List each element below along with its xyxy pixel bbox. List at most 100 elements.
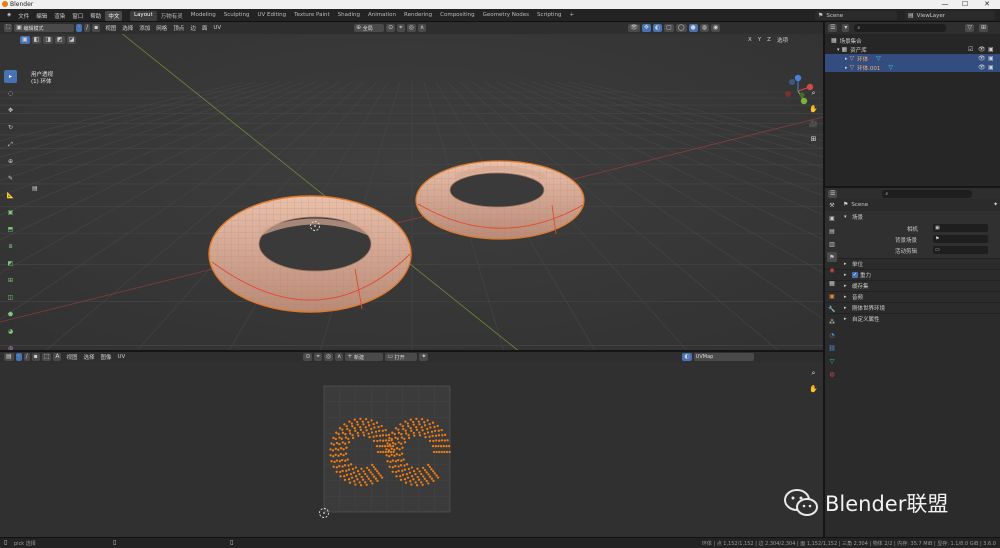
options-menu[interactable]: 选项: [774, 35, 791, 45]
particles-tab-icon[interactable]: ⁂: [827, 317, 837, 327]
inset-tool[interactable]: ⧈: [4, 240, 17, 253]
pin-icon[interactable]: ✦: [993, 201, 998, 209]
new-collection-icon[interactable]: ⊞: [979, 24, 989, 32]
knife-tool[interactable]: ◫: [4, 291, 17, 304]
uv-sticky-select[interactable]: A: [53, 353, 62, 361]
uv-pan-hand-icon[interactable]: ✋: [808, 383, 819, 394]
vertex-select-button[interactable]: ·: [76, 24, 83, 32]
menu-edit[interactable]: 编辑: [33, 11, 50, 21]
menu-window[interactable]: 窗口: [69, 11, 86, 21]
face-select-button[interactable]: ▪: [92, 24, 101, 32]
snap-button[interactable]: ⌖: [397, 24, 405, 32]
bevel-tool[interactable]: ◩: [4, 257, 17, 270]
move-tool[interactable]: ✥: [4, 104, 17, 117]
menu-face[interactable]: 面: [199, 23, 211, 33]
tab-geometry-nodes[interactable]: Geometry Nodes: [479, 11, 533, 21]
tab-rendering[interactable]: Rendering: [400, 11, 436, 21]
menu-mesh[interactable]: 网格: [153, 23, 170, 33]
menu-uv[interactable]: UV: [210, 24, 224, 32]
background-scene-field[interactable]: ⚑: [933, 235, 988, 243]
scene-selector[interactable]: ⚑ Scene: [815, 11, 897, 20]
world-tab-icon[interactable]: ◉: [827, 265, 837, 275]
collection-tab-icon[interactable]: ▦: [827, 278, 837, 288]
add-cube-tool[interactable]: ▣: [4, 206, 17, 219]
transform-tool[interactable]: ⊕: [4, 155, 17, 168]
gizmo-toggle-button[interactable]: ✥: [641, 24, 651, 32]
uv-editor[interactable]: ▤ · / ▪ ⬚ A 视图 选择 图像 UV ⊙ ⌖ ◎ ∧ + 新建 ▭ 打…: [0, 352, 823, 537]
uv-face-select[interactable]: ▪: [31, 353, 40, 361]
tab-shading[interactable]: Shading: [334, 11, 364, 21]
z-axis-toggle[interactable]: Z: [764, 36, 774, 44]
gravity-section[interactable]: ▸ ✓ 重力: [825, 269, 1000, 280]
mode-selector[interactable]: ▣ 编辑模式: [14, 24, 75, 32]
uv-canvas[interactable]: [0, 362, 823, 537]
uv-menu-view[interactable]: 视图: [63, 352, 80, 362]
maximize-button[interactable]: ☐: [955, 0, 975, 9]
annotate-tool[interactable]: ✎: [4, 172, 17, 185]
ortho-grid-icon[interactable]: ⊞: [808, 133, 819, 144]
poly-build-tool[interactable]: ⬟: [4, 308, 17, 321]
eye-icon[interactable]: 👁: [978, 46, 986, 54]
open-image-button[interactable]: ▭ 打开: [385, 353, 418, 361]
uvmap-selector[interactable]: UVMap: [693, 353, 754, 361]
select-mode-invert[interactable]: ◩: [55, 36, 65, 44]
eye-icon[interactable]: 👁: [978, 55, 986, 63]
modifier-tab-icon[interactable]: 🔧: [827, 304, 837, 314]
shading-rendered-button[interactable]: ◉: [711, 24, 721, 32]
menu-blender-icon[interactable]: ◈: [4, 11, 14, 21]
checkbox-icon[interactable]: ☑: [968, 46, 973, 54]
menu-vertex[interactable]: 顶点: [170, 23, 187, 33]
tab-layout[interactable]: Layout: [130, 11, 157, 21]
custom-properties-section[interactable]: ▸ 自定义属性: [825, 313, 1000, 324]
uv-editor-type-button[interactable]: ▤: [4, 353, 14, 361]
select-box-tool[interactable]: ▸: [4, 70, 17, 83]
camera-field[interactable]: ▣: [933, 224, 988, 232]
shading-material-button[interactable]: ◍: [699, 24, 710, 32]
loop-cut-tool[interactable]: ⊞: [4, 274, 17, 287]
material-tab-icon[interactable]: ◍: [827, 369, 837, 379]
measure-tool[interactable]: 📐: [4, 189, 17, 202]
outliner-editor-type[interactable]: ☰: [828, 24, 838, 32]
outliner-row-torus-001[interactable]: ▸ ▽ 环体.001 ▽ 👁 ▣: [825, 63, 1000, 72]
properties-search-input[interactable]: ⌕: [882, 189, 973, 198]
keying-sets-section[interactable]: ▸ 缓存集: [825, 280, 1000, 291]
uv-proportional-button[interactable]: ◎: [323, 353, 333, 361]
torus-001-object[interactable]: [415, 160, 585, 240]
tab-animation[interactable]: Animation: [364, 11, 400, 21]
cursor-tool[interactable]: ◌: [4, 87, 17, 100]
viewport-visibility-button[interactable]: 👁: [628, 24, 640, 32]
minimize-button[interactable]: —: [935, 0, 955, 9]
uv-vertex-select[interactable]: ·: [15, 353, 22, 361]
uv-falloff-button[interactable]: ∧: [335, 353, 344, 361]
y-axis-toggle[interactable]: Y: [755, 36, 764, 44]
uv-zoom-icon[interactable]: ⌕: [808, 368, 819, 379]
transform-orientation-selector[interactable]: ⊕ 全局: [354, 24, 385, 32]
editor-type-button[interactable]: ⛶: [4, 24, 13, 32]
rotate-tool[interactable]: ↻: [4, 121, 17, 134]
menu-render[interactable]: 渲染: [51, 11, 68, 21]
viewlayer-selector[interactable]: ▤ ViewLayer: [905, 11, 995, 20]
tab-uv-editing[interactable]: UV Editing: [253, 11, 290, 21]
menu-file[interactable]: 文件: [15, 11, 32, 21]
zoom-icon[interactable]: ⌕: [808, 88, 819, 99]
tab-modeling[interactable]: Modeling: [187, 11, 220, 21]
active-clip-field[interactable]: ▭: [933, 246, 988, 254]
edge-select-button[interactable]: /: [84, 24, 91, 32]
camera-view-icon[interactable]: 🎥: [808, 118, 819, 129]
shading-wireframe-button[interactable]: ◯: [675, 24, 687, 32]
uv-image-toggle-icon[interactable]: ▤: [32, 185, 38, 193]
new-image-button[interactable]: + 新建: [345, 353, 384, 361]
menu-language[interactable]: 中文: [105, 11, 123, 21]
falloff-button[interactable]: ∧: [417, 24, 427, 32]
pan-hand-icon[interactable]: ✋: [808, 103, 819, 114]
pivot-button[interactable]: ⊙: [386, 24, 396, 32]
physics-tab-icon[interactable]: ◔: [827, 330, 837, 340]
menu-select[interactable]: 选择: [119, 23, 136, 33]
add-workspace-button[interactable]: +: [565, 11, 578, 21]
menu-help[interactable]: 帮助: [87, 11, 104, 21]
camera-icon[interactable]: ▣: [988, 46, 994, 54]
menu-add[interactable]: 添加: [136, 23, 153, 33]
shading-solid-button[interactable]: ●: [688, 24, 698, 32]
filter-icon[interactable]: ▽: [965, 24, 975, 32]
uv-menu-select[interactable]: 选择: [81, 352, 98, 362]
